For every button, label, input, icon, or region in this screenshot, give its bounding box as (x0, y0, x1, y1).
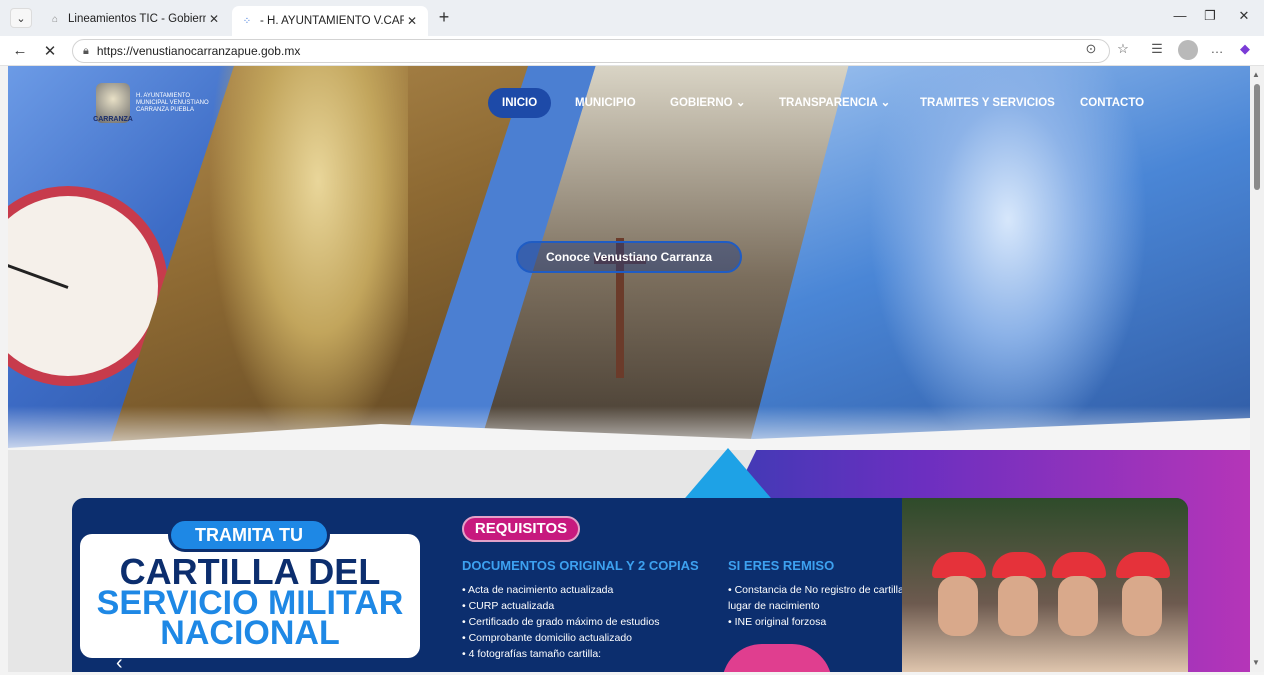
tab-ayuntamiento[interactable]: ⁘ - H. AYUNTAMIENTO V.CARRANZ ✕ (232, 6, 428, 36)
tab-lineamientos[interactable]: ⌂ Lineamientos TIC - Gobierno de T ✕ (40, 6, 230, 32)
nav-transparencia-label: TRANSPARENCIA (779, 97, 878, 109)
decorative-circle (722, 644, 832, 672)
tab-title: Lineamientos TIC - Gobierno de T (68, 13, 206, 25)
stop-loading-icon[interactable]: ✕ (40, 42, 60, 60)
copilot-icon[interactable]: ◆ (1236, 41, 1254, 57)
loading-spinner-icon: ⁘ (242, 15, 252, 27)
requisitos-badge: REQUISITOS (462, 516, 580, 542)
scroll-up-icon[interactable]: ▲ (1252, 70, 1260, 79)
logo-seal-text: CARRANZA (93, 116, 133, 123)
minimize-button[interactable]: — (1168, 8, 1192, 23)
bust-statue-image (208, 66, 408, 450)
carousel-prev-icon[interactable]: ‹ (116, 652, 123, 672)
restore-button[interactable]: ❐ (1198, 8, 1222, 24)
nav-municipio[interactable]: MUNICIPIO (575, 88, 636, 118)
tab-strip: ⌄ ⌂ Lineamientos TIC - Gobierno de T ✕ ⁘… (0, 0, 1264, 36)
list-item: Comprobante domicilio actualizado (462, 630, 712, 646)
web-page: CARRANZA H. AYUNTAMIENTO MUNICIPAL VENUS… (8, 66, 1250, 672)
favorite-star-icon[interactable]: ☆ (1114, 41, 1132, 57)
more-menu-icon[interactable]: … (1208, 41, 1226, 56)
favorites-list-icon[interactable]: ☰ (1148, 41, 1166, 57)
tramita-badge: TRAMITA TU (168, 518, 330, 552)
site-logo[interactable]: CARRANZA H. AYUNTAMIENTO MUNICIPAL VENUS… (93, 82, 226, 124)
list-item: Certificado de grado máximo de estudios (462, 614, 712, 630)
chevron-down-icon: ⌄ (880, 97, 891, 109)
hero-section: CARRANZA H. AYUNTAMIENTO MUNICIPAL VENUS… (8, 66, 1250, 450)
monument-statue-image (868, 66, 1148, 450)
cartilla-banner[interactable]: TRAMITA TU CARTILLA DEL SERVICIO MILITAR… (72, 498, 1188, 672)
nav-inicio[interactable]: INICIO (488, 88, 552, 118)
site-info-icon[interactable]: 🔒︎ (83, 45, 89, 58)
close-icon[interactable]: ✕ (206, 12, 222, 26)
nav-gobierno[interactable]: GOBIERNO ⌄ (670, 88, 745, 118)
back-arrow-icon[interactable]: ← (10, 42, 30, 59)
url-text: https://venustianocarranzapue.gob.mx (96, 44, 301, 58)
page-scrollbar[interactable]: ▲ ▼ (1250, 66, 1264, 672)
address-bar[interactable]: 🔒︎ https://venustianocarranzapue.gob.mx (72, 39, 1110, 63)
documentos-heading: DOCUMENTOS ORIGINAL Y 2 COPIAS (462, 558, 699, 573)
tab-list-button[interactable]: ⌄ (10, 8, 32, 28)
cadets-photo (902, 498, 1188, 672)
municipal-seal-icon: CARRANZA (93, 83, 133, 123)
gov-favicon-icon: ⌂ (51, 13, 59, 25)
profile-avatar[interactable] (1178, 40, 1198, 60)
remiso-heading: SI ERES REMISO (728, 558, 835, 573)
documentos-list: Acta de nacimiento actualizada CURP actu… (462, 582, 712, 662)
nacional-title: NACIONAL (160, 614, 340, 652)
navigation-bar: ← ✕ 🔒︎ https://venustianocarranzapue.gob… (0, 36, 1264, 66)
scroll-down-icon[interactable]: ▼ (1252, 658, 1260, 667)
reader-mode-icon[interactable]: ⊙ (1082, 41, 1100, 57)
list-item: Acta de nacimiento actualizada (462, 582, 712, 598)
list-item: 4 fotografías tamaño cartilla: (462, 646, 712, 662)
nav-contacto[interactable]: CONTACTO (1080, 88, 1144, 118)
close-window-button[interactable]: ✕ (1232, 8, 1256, 24)
chevron-down-icon: ⌄ (735, 97, 746, 109)
nav-transparencia[interactable]: TRANSPARENCIA ⌄ (779, 88, 890, 118)
new-tab-button[interactable]: + (434, 7, 454, 28)
scroll-thumb[interactable] (1254, 84, 1260, 190)
nav-gobierno-label: GOBIERNO (670, 97, 733, 109)
conoce-button[interactable]: Conoce Venustiano Carranza (516, 241, 742, 273)
list-item: CURP actualizada (462, 598, 712, 614)
tab-title: - H. AYUNTAMIENTO V.CARRANZ (260, 15, 404, 27)
nav-tramites[interactable]: TRAMITES Y SERVICIOS (920, 88, 1055, 118)
close-icon[interactable]: ✕ (404, 14, 420, 28)
logo-caption: H. AYUNTAMIENTO MUNICIPAL VENUSTIANO CAR… (136, 92, 209, 113)
